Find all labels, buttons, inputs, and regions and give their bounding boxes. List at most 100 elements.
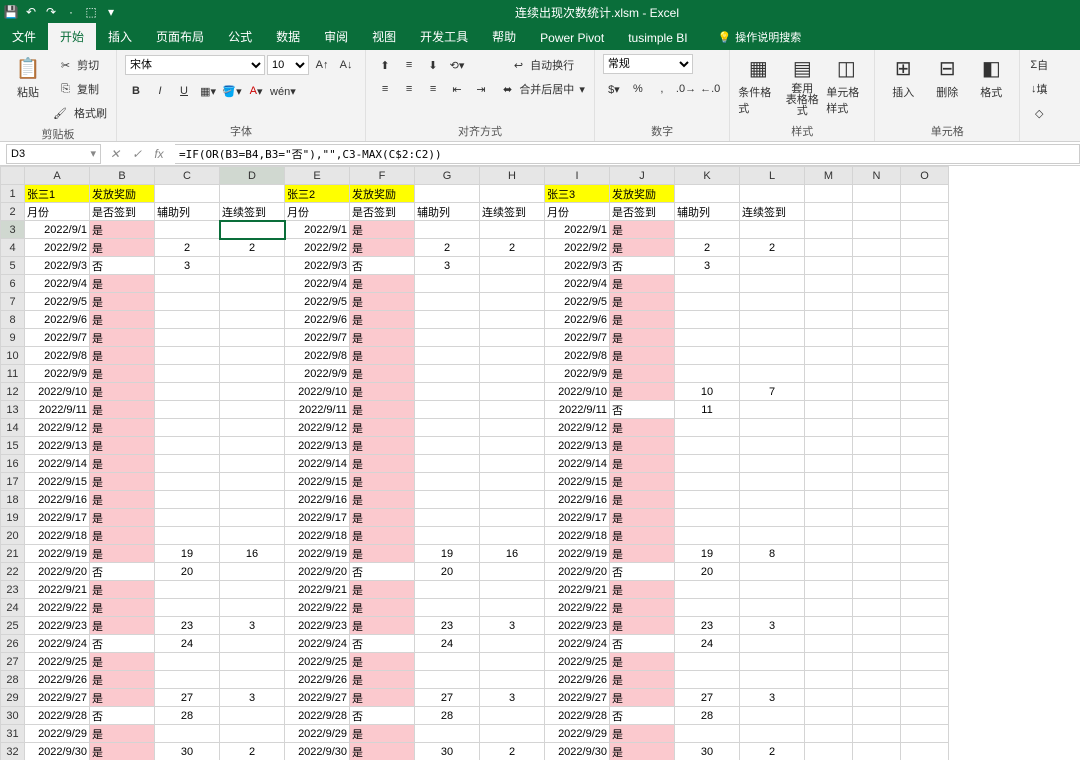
cell-H21[interactable]: 16 bbox=[480, 545, 545, 563]
number-format-select[interactable]: 常规 bbox=[603, 54, 693, 74]
cell-B1[interactable]: 发放奖励 bbox=[90, 185, 155, 203]
cell-B7[interactable]: 是 bbox=[90, 293, 155, 311]
cell-G24[interactable] bbox=[415, 599, 480, 617]
cell-M3[interactable] bbox=[805, 221, 853, 239]
cell-N11[interactable] bbox=[853, 365, 901, 383]
cell-F25[interactable]: 是 bbox=[350, 617, 415, 635]
cell-N6[interactable] bbox=[853, 275, 901, 293]
cell-M14[interactable] bbox=[805, 419, 853, 437]
cell-F26[interactable]: 否 bbox=[350, 635, 415, 653]
cell-E31[interactable]: 2022/9/29 bbox=[285, 725, 350, 743]
cell-C6[interactable] bbox=[155, 275, 220, 293]
cell-N18[interactable] bbox=[853, 491, 901, 509]
tab-tusimple BI[interactable]: tusimple BI bbox=[616, 26, 699, 50]
cell-D30[interactable] bbox=[220, 707, 285, 725]
cell-E4[interactable]: 2022/9/2 bbox=[285, 239, 350, 257]
row-header-3[interactable]: 3 bbox=[1, 221, 25, 239]
cell-C5[interactable]: 3 bbox=[155, 257, 220, 275]
cell-G13[interactable] bbox=[415, 401, 480, 419]
cell-F20[interactable]: 是 bbox=[350, 527, 415, 545]
cell-I19[interactable]: 2022/9/17 bbox=[545, 509, 610, 527]
cell-E26[interactable]: 2022/9/24 bbox=[285, 635, 350, 653]
cell-H1[interactable] bbox=[480, 185, 545, 203]
cell-G8[interactable] bbox=[415, 311, 480, 329]
tab-数据[interactable]: 数据 bbox=[264, 23, 312, 50]
cell-J25[interactable]: 是 bbox=[610, 617, 675, 635]
cell-G5[interactable]: 3 bbox=[415, 257, 480, 275]
cell-G12[interactable] bbox=[415, 383, 480, 401]
row-header-12[interactable]: 12 bbox=[1, 383, 25, 401]
row-header-2[interactable]: 2 bbox=[1, 203, 25, 221]
tell-me[interactable]: 💡操作说明搜索 bbox=[710, 24, 810, 50]
cell-J27[interactable]: 是 bbox=[610, 653, 675, 671]
touch-icon[interactable]: ⬚ bbox=[84, 5, 98, 19]
cell-G2[interactable]: 辅助列 bbox=[415, 203, 480, 221]
row-header-4[interactable]: 4 bbox=[1, 239, 25, 257]
cell-J17[interactable]: 是 bbox=[610, 473, 675, 491]
cell-L9[interactable] bbox=[740, 329, 805, 347]
cell-J32[interactable]: 是 bbox=[610, 743, 675, 761]
cell-I28[interactable]: 2022/9/26 bbox=[545, 671, 610, 689]
cell-M11[interactable] bbox=[805, 365, 853, 383]
cell-E5[interactable]: 2022/9/3 bbox=[285, 257, 350, 275]
enter-formula-icon[interactable]: ✓ bbox=[129, 147, 145, 161]
col-header-O[interactable]: O bbox=[901, 167, 949, 185]
cell-E27[interactable]: 2022/9/25 bbox=[285, 653, 350, 671]
cell-H18[interactable] bbox=[480, 491, 545, 509]
cell-D31[interactable] bbox=[220, 725, 285, 743]
cell-D17[interactable] bbox=[220, 473, 285, 491]
cell-O26[interactable] bbox=[901, 635, 949, 653]
cell-M29[interactable] bbox=[805, 689, 853, 707]
align-right-icon[interactable]: ≡ bbox=[422, 78, 444, 100]
row-header-17[interactable]: 17 bbox=[1, 473, 25, 491]
format-painter-button[interactable]: 🖌 格式刷 bbox=[52, 102, 108, 124]
cell-J14[interactable]: 是 bbox=[610, 419, 675, 437]
undo-icon[interactable]: ↶ bbox=[24, 5, 38, 19]
row-header-8[interactable]: 8 bbox=[1, 311, 25, 329]
cell-B8[interactable]: 是 bbox=[90, 311, 155, 329]
cell-D11[interactable] bbox=[220, 365, 285, 383]
cell-D20[interactable] bbox=[220, 527, 285, 545]
cell-G27[interactable] bbox=[415, 653, 480, 671]
cell-J1[interactable]: 发放奖励 bbox=[610, 185, 675, 203]
align-left-icon[interactable]: ≡ bbox=[374, 78, 396, 100]
cell-G18[interactable] bbox=[415, 491, 480, 509]
row-header-16[interactable]: 16 bbox=[1, 455, 25, 473]
cell-J15[interactable]: 是 bbox=[610, 437, 675, 455]
col-header-B[interactable]: B bbox=[90, 167, 155, 185]
cell-F31[interactable]: 是 bbox=[350, 725, 415, 743]
cell-D8[interactable] bbox=[220, 311, 285, 329]
cell-E11[interactable]: 2022/9/9 bbox=[285, 365, 350, 383]
row-header-24[interactable]: 24 bbox=[1, 599, 25, 617]
cell-H9[interactable] bbox=[480, 329, 545, 347]
cell-N29[interactable] bbox=[853, 689, 901, 707]
redo-icon[interactable]: ↷ bbox=[44, 5, 58, 19]
col-header-D[interactable]: D bbox=[220, 167, 285, 185]
cell-B6[interactable]: 是 bbox=[90, 275, 155, 293]
cell-F23[interactable]: 是 bbox=[350, 581, 415, 599]
cell-D4[interactable]: 2 bbox=[220, 239, 285, 257]
cell-L17[interactable] bbox=[740, 473, 805, 491]
cell-F10[interactable]: 是 bbox=[350, 347, 415, 365]
cell-H30[interactable] bbox=[480, 707, 545, 725]
cell-O29[interactable] bbox=[901, 689, 949, 707]
cell-F3[interactable]: 是 bbox=[350, 221, 415, 239]
col-header-I[interactable]: I bbox=[545, 167, 610, 185]
cell-H31[interactable] bbox=[480, 725, 545, 743]
cell-B13[interactable]: 是 bbox=[90, 401, 155, 419]
cell-D25[interactable]: 3 bbox=[220, 617, 285, 635]
cell-K6[interactable] bbox=[675, 275, 740, 293]
cell-C3[interactable] bbox=[155, 221, 220, 239]
cell-N15[interactable] bbox=[853, 437, 901, 455]
wrap-text-button[interactable]: ↩ 自动换行 bbox=[502, 54, 586, 76]
cell-D14[interactable] bbox=[220, 419, 285, 437]
cell-J6[interactable]: 是 bbox=[610, 275, 675, 293]
cell-B9[interactable]: 是 bbox=[90, 329, 155, 347]
cell-D21[interactable]: 16 bbox=[220, 545, 285, 563]
cell-F19[interactable]: 是 bbox=[350, 509, 415, 527]
cell-E23[interactable]: 2022/9/21 bbox=[285, 581, 350, 599]
cell-G23[interactable] bbox=[415, 581, 480, 599]
insert-cells-button[interactable]: ⊞插入 bbox=[883, 54, 923, 100]
cell-A21[interactable]: 2022/9/19 bbox=[25, 545, 90, 563]
cell-B10[interactable]: 是 bbox=[90, 347, 155, 365]
